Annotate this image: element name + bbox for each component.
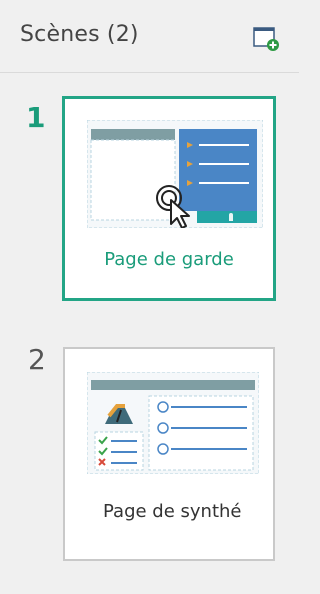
scenes-panel-title: Scènes (2): [20, 22, 139, 47]
add-scene-button[interactable]: [252, 24, 280, 52]
scene-2-thumbnail: [87, 372, 259, 474]
add-scene-icon: [253, 27, 279, 51]
scene-1-thumbnail: [87, 120, 263, 228]
scene-card-1[interactable]: Page de garde: [62, 96, 276, 301]
scene-list: 1 Page de garde 2 Page de synthé: [0, 73, 299, 594]
scene-card-2[interactable]: Page de synthé: [63, 347, 275, 561]
scenes-panel-header: Scènes (2): [0, 0, 299, 73]
scene-number-1: 1: [26, 101, 46, 134]
scene-number-2: 2: [28, 343, 46, 376]
scene-label-1: Page de garde: [104, 249, 234, 270]
scene-label-2: Page de synthé: [103, 501, 242, 522]
